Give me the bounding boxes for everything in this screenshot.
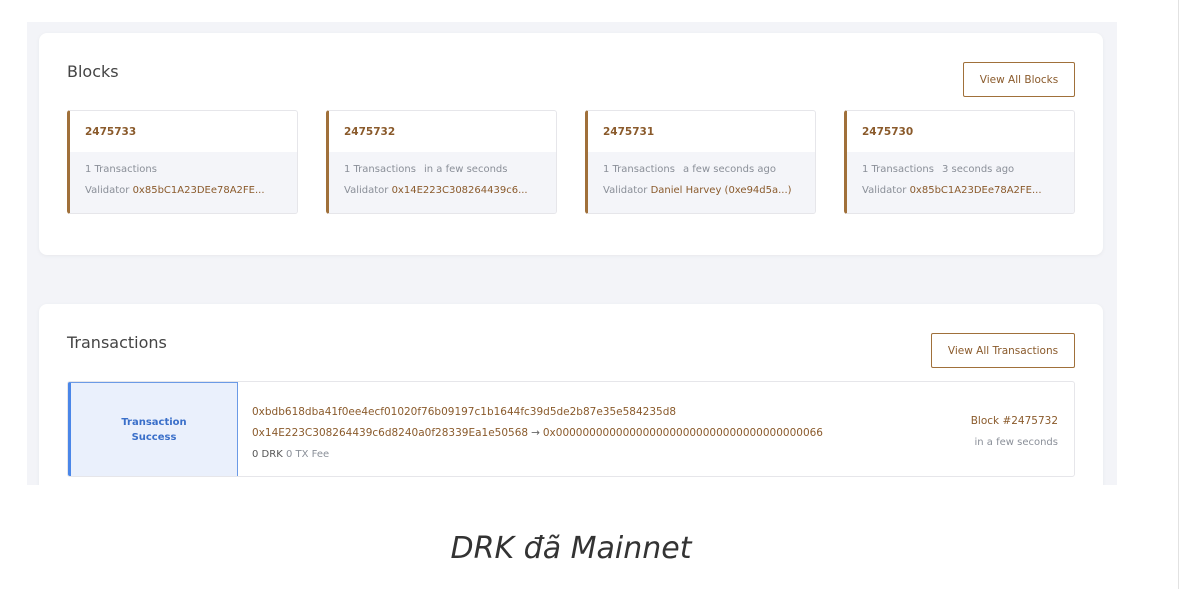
- block-number-link[interactable]: 2475730: [847, 111, 1074, 152]
- right-divider: [1178, 0, 1179, 589]
- block-card[interactable]: 2475730 1 Transactions 3 seconds ago Vali…: [844, 110, 1075, 214]
- validator-label: Validator: [344, 185, 389, 196]
- validator-link[interactable]: Daniel Harvey (0xe94d5a...): [651, 185, 792, 196]
- image-caption: DRK đã Mainnet: [450, 531, 692, 566]
- validator-link[interactable]: 0x85bC1A23DEe78A2FE...: [133, 185, 265, 196]
- view-all-transactions-button[interactable]: View All Transactions: [931, 333, 1075, 368]
- block-meta: 1 Transactions a few seconds ago Validato…: [588, 152, 815, 213]
- block-tx-count: 1 Transactions: [85, 164, 157, 175]
- block-number-link[interactable]: 2475731: [588, 111, 815, 152]
- validator-link[interactable]: 0x14E223C308264439c6...: [392, 185, 528, 196]
- transaction-from-to: 0x14E223C308264439c6d8240a0f28339Ea1e505…: [252, 423, 823, 444]
- block-time: 3 seconds ago: [941, 164, 1015, 175]
- block-card-list: 2475733 1 Transactions Validator 0x85bC1…: [67, 110, 1075, 214]
- status-line1: Transaction: [121, 417, 187, 428]
- transaction-block-info: Block #2475732 in a few seconds: [971, 411, 1058, 453]
- transactions-title: Transactions: [67, 333, 167, 352]
- blocks-title: Blocks: [67, 62, 119, 81]
- block-number-link[interactable]: 2475733: [70, 111, 297, 152]
- validator-label: Validator: [85, 185, 130, 196]
- block-time: in a few seconds: [423, 164, 508, 175]
- block-card[interactable]: 2475732 1 Transactions in a few seconds V…: [326, 110, 557, 214]
- block-meta: 1 Transactions 3 seconds ago Validator 0x…: [847, 152, 1074, 213]
- block-meta: 1 Transactions Validator 0x85bC1A23DEe78…: [70, 152, 297, 213]
- transaction-details: 0xbdb618dba41f0ee4ecf01020f76b09197c1b16…: [252, 402, 823, 465]
- transaction-amount: 0 DRK: [252, 449, 283, 460]
- block-tx-count: 1 Transactions: [344, 164, 416, 175]
- block-meta: 1 Transactions in a few seconds Validator…: [329, 152, 556, 213]
- validator-label: Validator: [862, 185, 907, 196]
- view-all-blocks-button[interactable]: View All Blocks: [963, 62, 1075, 97]
- to-address-link[interactable]: 0x00000000000000000000000000000000000000…: [543, 427, 823, 439]
- from-address-link[interactable]: 0x14E223C308264439c6d8240a0f28339Ea1e505…: [252, 427, 528, 439]
- validator-link[interactable]: 0x85bC1A23DEe78A2FE...: [910, 185, 1042, 196]
- block-number-link[interactable]: 2475732: [329, 111, 556, 152]
- transaction-fee: 0 TX Fee: [285, 449, 330, 460]
- status-line2: Success: [131, 432, 177, 443]
- transaction-time: in a few seconds: [974, 437, 1058, 448]
- block-card[interactable]: 2475731 1 Transactions a few seconds ago …: [585, 110, 816, 214]
- block-tx-count: 1 Transactions: [603, 164, 675, 175]
- transaction-status-badge: Transaction Success: [68, 382, 238, 476]
- explorer-viewport: Blocks View All Blocks 2475733 1 Transac…: [27, 22, 1117, 485]
- blocks-panel: Blocks View All Blocks 2475733 1 Transac…: [39, 33, 1103, 255]
- transaction-amount-fee: 0 DRK 0 TX Fee: [252, 444, 823, 465]
- transaction-block-link[interactable]: Block #2475732: [971, 411, 1058, 432]
- validator-label: Validator: [603, 185, 648, 196]
- arrow-right-icon: →: [531, 427, 540, 439]
- block-tx-count: 1 Transactions: [862, 164, 934, 175]
- block-time: a few seconds ago: [682, 164, 776, 175]
- transaction-row[interactable]: Transaction Success 0xbdb618dba41f0ee4ec…: [67, 381, 1075, 477]
- block-card[interactable]: 2475733 1 Transactions Validator 0x85bC1…: [67, 110, 298, 214]
- transaction-hash-link[interactable]: 0xbdb618dba41f0ee4ecf01020f76b09197c1b16…: [252, 402, 823, 423]
- transactions-panel: Transactions View All Transactions Trans…: [39, 304, 1103, 485]
